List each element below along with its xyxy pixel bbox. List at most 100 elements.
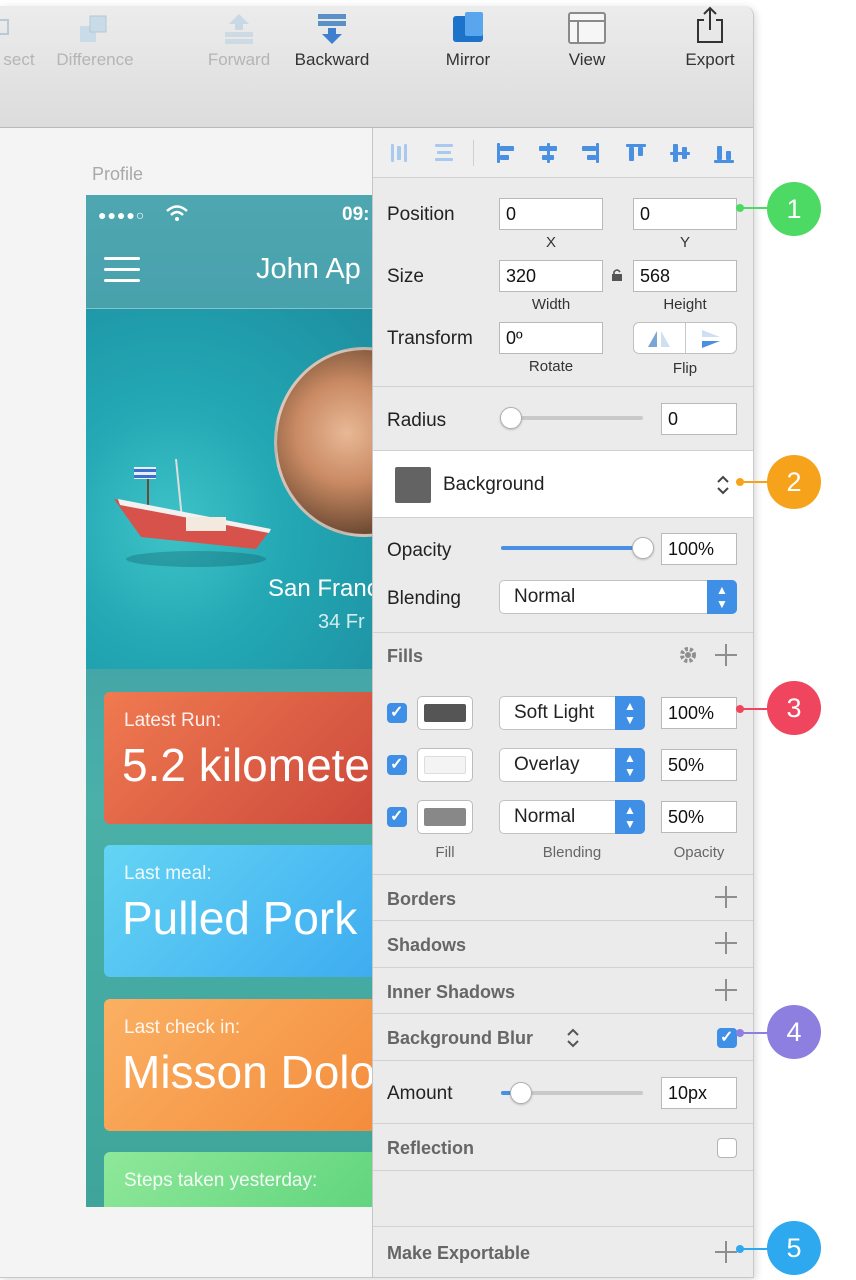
fill-3-swatch[interactable] xyxy=(417,800,473,834)
align-center-horizontal-icon[interactable] xyxy=(537,142,559,164)
toolbar-difference-button[interactable]: Difference xyxy=(52,15,138,70)
radius-slider[interactable] xyxy=(501,416,643,420)
toolbar-backward-button[interactable]: Backward xyxy=(290,14,374,70)
fill-3-opacity-field[interactable]: 50% xyxy=(661,801,737,833)
callout-3-leader xyxy=(740,708,768,710)
fill-2-blend-select[interactable]: Overlay ▲ ▼ xyxy=(499,748,645,782)
fill-2-opacity-field[interactable]: 50% xyxy=(661,749,737,781)
background-blur-checkbox[interactable] xyxy=(717,1027,737,1048)
card-last-check-in[interactable]: Last check in: Misson Dolo xyxy=(104,999,372,1131)
fills-section-title: Fills xyxy=(387,646,424,666)
align-left-icon[interactable] xyxy=(495,142,517,164)
align-middle-vertical-icon[interactable] xyxy=(669,142,691,164)
chevron-updown-icon[interactable] xyxy=(715,473,731,497)
size-label: Size xyxy=(387,266,424,287)
fill-1-opacity-field[interactable]: 100% xyxy=(661,697,737,729)
difference-icon xyxy=(80,15,107,42)
align-top-icon[interactable] xyxy=(625,142,647,164)
chevron-updown-icon[interactable] xyxy=(566,1027,580,1049)
fill-2-swatch[interactable] xyxy=(417,748,473,782)
toolbar-export-button[interactable]: Export xyxy=(680,6,740,70)
hamburger-menu-icon[interactable] xyxy=(104,257,140,283)
callout-4-leader xyxy=(740,1032,768,1034)
opacity-slider-knob[interactable] xyxy=(632,537,654,559)
align-bottom-icon[interactable] xyxy=(713,142,735,164)
callout-5: 5 xyxy=(767,1221,821,1275)
fill-column-caption: Fill xyxy=(435,844,455,861)
artboard-profile[interactable]: ●●●●○ 09: John Ap San Franc 34 Fr Latest… xyxy=(86,195,372,1207)
add-inner-shadow-icon[interactable] xyxy=(715,979,737,1001)
fill-2-checkbox[interactable] xyxy=(387,754,407,775)
position-y-field[interactable]: 0 xyxy=(633,198,737,230)
add-export-icon[interactable] xyxy=(715,1241,737,1263)
export-section: Make Exportable xyxy=(373,1226,753,1277)
callout-4: 4 xyxy=(767,1005,821,1059)
flip-vertical-icon[interactable] xyxy=(698,328,724,350)
select-stepper-icon: ▲ ▼ xyxy=(615,696,645,730)
position-label: Position xyxy=(387,204,455,225)
blur-amount-field[interactable]: 10px xyxy=(661,1077,737,1109)
card-caption: Latest Run: xyxy=(124,710,222,731)
card-latest-run[interactable]: Latest Run: 5.2 kilomete xyxy=(104,692,372,824)
callout-4-dot xyxy=(736,1029,744,1037)
opacity-slider-fill xyxy=(501,546,643,550)
callout-2: 2 xyxy=(767,455,821,509)
toolbar-view-button[interactable]: View xyxy=(562,12,612,70)
fill-1-swatch[interactable] xyxy=(417,696,473,730)
radius-slider-knob[interactable] xyxy=(500,407,522,429)
fill-1-checkbox[interactable] xyxy=(387,702,407,723)
canvas[interactable]: Profile ●●●●○ 09: John Ap San Franc 34 F… xyxy=(0,128,372,1277)
add-fill-icon[interactable] xyxy=(715,644,737,666)
fill-1-blend-select[interactable]: Soft Light ▲ ▼ xyxy=(499,696,645,730)
toolbar-intersect-button[interactable]: sect xyxy=(0,19,44,70)
opacity-slider[interactable] xyxy=(501,546,643,550)
toolbar-forward-button[interactable]: Forward xyxy=(204,14,274,70)
align-right-icon[interactable] xyxy=(579,142,601,164)
card-last-meal[interactable]: Last meal: Pulled Pork xyxy=(104,845,372,977)
inspector-panel: Position 0 0 X Y Size 320 568 Width Heig… xyxy=(372,128,753,1277)
distribute-horizontal-icon[interactable] xyxy=(389,142,411,164)
inner-shadows-section-title: Inner Shadows xyxy=(387,982,516,1002)
size-width-field[interactable]: 320 xyxy=(499,260,603,292)
opacity-field[interactable]: 100% xyxy=(661,533,737,565)
profile-name: John Ap xyxy=(256,253,361,285)
blending-select[interactable]: Normal ▲ ▼ xyxy=(499,580,737,614)
add-border-icon[interactable] xyxy=(715,886,737,908)
artboard-label[interactable]: Profile xyxy=(92,164,143,185)
radius-label: Radius xyxy=(387,410,447,431)
add-shadow-icon[interactable] xyxy=(715,932,737,954)
position-x-field[interactable]: 0 xyxy=(499,198,603,230)
radius-field[interactable]: 0 xyxy=(661,403,737,435)
amount-label: Amount xyxy=(387,1083,453,1104)
alignment-toolbar xyxy=(373,128,753,178)
toolbar-mirror-button[interactable]: Mirror xyxy=(440,12,496,70)
position-y-caption: Y xyxy=(679,234,690,251)
position-x-caption: X xyxy=(545,234,556,251)
shared-style-row[interactable]: Background xyxy=(373,451,753,517)
profile-city: San Franc xyxy=(268,575,372,602)
opacity-label: Opacity xyxy=(387,540,452,561)
callout-5-leader xyxy=(740,1248,768,1250)
make-exportable-title: Make Exportable xyxy=(387,1243,531,1263)
backward-icon xyxy=(318,14,346,44)
fill-3-checkbox[interactable] xyxy=(387,806,407,827)
style-color-swatch xyxy=(395,467,431,503)
blur-amount-slider-knob[interactable] xyxy=(509,1082,532,1104)
gear-icon[interactable] xyxy=(677,644,699,666)
lock-icon[interactable] xyxy=(611,268,623,282)
size-height-field[interactable]: 568 xyxy=(633,260,737,292)
reflection-checkbox[interactable] xyxy=(717,1138,737,1158)
boat-illustration xyxy=(114,459,271,567)
card-steps[interactable]: Steps taken yesterday: xyxy=(104,1152,372,1207)
callout-1-leader xyxy=(740,207,768,209)
callout-2-leader xyxy=(740,481,768,483)
distribute-vertical-icon[interactable] xyxy=(433,142,455,164)
flip-horizontal-icon[interactable] xyxy=(646,329,672,349)
rotate-field[interactable]: 0º xyxy=(499,322,603,354)
avatar xyxy=(274,347,372,537)
fill-3-blend-select[interactable]: Normal ▲ ▼ xyxy=(499,800,645,834)
background-blur-section-title[interactable]: Background Blur xyxy=(387,1028,533,1049)
reflection-section-title: Reflection xyxy=(387,1138,475,1158)
flip-caption: Flip xyxy=(672,360,698,377)
blending-label: Blending xyxy=(387,588,461,609)
